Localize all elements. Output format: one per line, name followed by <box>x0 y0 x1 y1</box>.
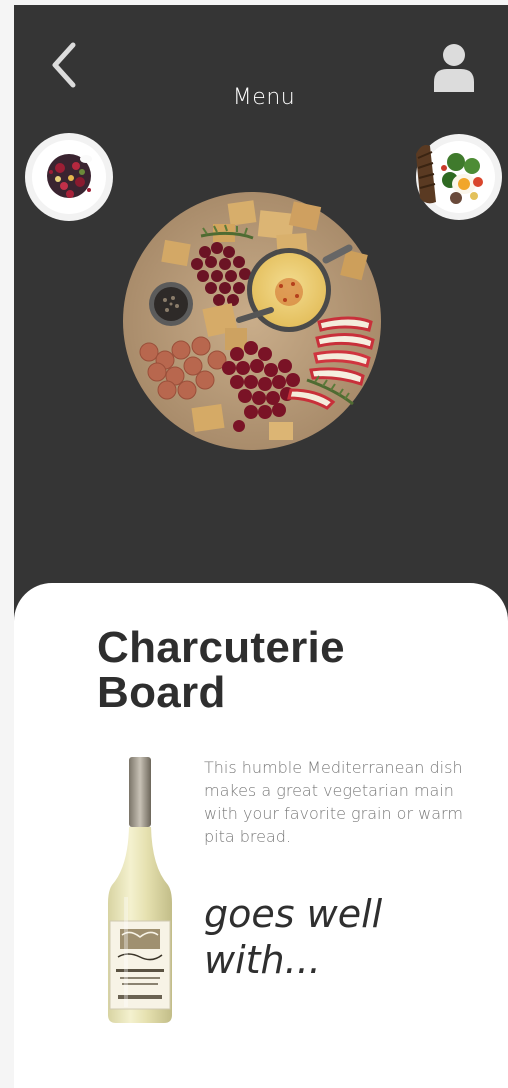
app-screen: Menu Charcuterie Board This humble Medit… <box>14 5 508 1088</box>
dish-description: This humble Mediterranean dish makes a g… <box>204 758 463 846</box>
dish-title-line-1: Charcuterie <box>97 623 345 672</box>
pairing-heading-line-1: goes well <box>204 892 383 936</box>
breakfast-plate-thumbnail[interactable] <box>412 132 502 226</box>
user-icon <box>434 44 474 92</box>
header-panel: Menu <box>14 5 508 645</box>
chevron-left-icon <box>52 42 76 88</box>
profile-button[interactable] <box>426 37 482 97</box>
dish-title-line-2: Board <box>97 668 226 717</box>
dessert-plate-thumbnail[interactable] <box>24 132 114 226</box>
back-button[interactable] <box>42 39 86 91</box>
charcuterie-board-plate[interactable] <box>121 190 383 456</box>
dish-title: Charcuterie Board <box>97 625 477 715</box>
wine-bottle-image[interactable] <box>104 757 176 1029</box>
pairing-heading: goes well with... <box>204 891 484 983</box>
pairing-heading-line-2: with... <box>204 938 321 982</box>
dish-details-card: Charcuterie Board This humble Mediterran… <box>14 583 508 1088</box>
